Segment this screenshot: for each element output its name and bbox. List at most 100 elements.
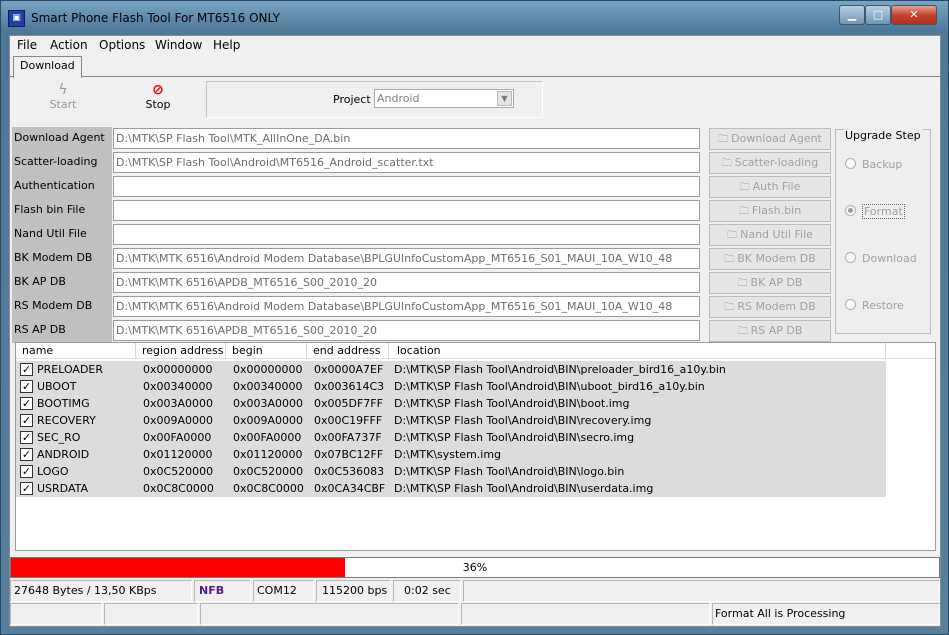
row-checkbox[interactable]: ✓ [20,448,33,461]
field-row: Flash bin File 🗀 Flash.bin [12,199,836,223]
browse-button-label: Nand Util File [740,228,813,241]
rom-table[interactable]: name region address begin address end ad… [15,342,936,551]
field-input[interactable] [113,200,700,221]
cell-end: 0x0000A7EF [314,363,384,376]
status-empty [104,603,198,625]
column-header-end[interactable]: end address [307,343,389,359]
maximize-button[interactable]: □ [865,5,891,25]
project-select[interactable]: Android ▼ [374,89,514,108]
minimize-button[interactable]: ▁ [839,5,865,25]
cell-region: 0x0C520000 [143,465,214,478]
folder-icon: 🗀 [724,302,735,313]
table-row[interactable]: ✓ UBOOT 0x00340000 0x00340000 0x003614C3 D:\M… [16,378,886,395]
chevron-down-icon[interactable]: ▼ [497,91,512,106]
radio-backup[interactable]: Backup [845,158,927,171]
browse-button-label: BK AP DB [750,276,803,289]
browse-button[interactable]: 🗀 Flash.bin [709,200,831,222]
cell-location: D:\MTK\SP Flash Tool\Android\BIN\uboot_b… [394,380,705,393]
column-header-location[interactable]: location [389,343,886,359]
browse-button-label: Download Agent [731,132,822,145]
flash-icon: ϟ [58,82,68,98]
cell-location: D:\MTK\system.img [394,448,502,461]
status-message: Format All is Processing [712,603,940,625]
browse-button[interactable]: 🗀 Scatter-loading [709,152,831,174]
browse-button-label: Auth File [752,180,801,193]
browse-button[interactable]: 🗀 Auth File [709,176,831,198]
radio-format[interactable]: Format [845,204,927,219]
column-header-begin[interactable]: begin address [226,343,307,372]
menu-action[interactable]: Action [50,38,88,52]
field-input[interactable]: D:\MTK\MTK 6516\APDB_MT6516_S00_2010_20 [113,320,700,341]
column-header-name[interactable]: name [16,343,136,359]
browse-button[interactable]: 🗀 BK Modem DB [709,248,831,270]
field-label: Flash bin File [12,199,112,223]
title-bar[interactable]: ▣ Smart Phone Flash Tool For MT6516 ONLY… [1,1,948,35]
cell-begin: 0x00FA0000 [233,431,302,444]
field-input[interactable] [113,224,700,245]
status-empty [10,603,102,625]
field-label: Scatter-loading File [12,151,112,190]
table-row[interactable]: ✓ PRELOADER 0x00000000 0x00000000 0x0000A7EF… [16,361,886,378]
browse-button-label: RS Modem DB [737,300,816,313]
column-header-region[interactable]: region address [136,343,226,359]
field-label: BK Modem DB [12,247,112,271]
field-label: BK AP DB [12,271,112,295]
app-icon: ▣ [8,10,25,27]
cell-end: 0x005DF7FF [314,397,383,410]
table-row[interactable]: ✓ BOOTIMG 0x003A0000 0x003A0000 0x005DF7FF D:… [16,395,886,412]
cell-name: LOGO [37,465,69,478]
field-input[interactable] [113,176,700,197]
tab-download[interactable]: Download [13,56,82,78]
table-row[interactable]: ✓ USRDATA 0x0C8C0000 0x0C8C0000 0x0CA34CBF D:… [16,480,886,497]
menu-help[interactable]: Help [213,38,240,52]
table-row[interactable]: ✓ SEC_RO 0x00FA0000 0x00FA0000 0x00FA737F D:\… [16,429,886,446]
cell-begin: 0x01120000 [233,448,303,461]
menu-file[interactable]: File [17,38,37,52]
browse-button-label: RS AP DB [750,324,803,337]
row-checkbox[interactable]: ✓ [20,414,33,427]
browse-button-label: BK Modem DB [737,252,816,265]
cell-location: D:\MTK\SP Flash Tool\Android\BIN\secro.i… [394,431,635,444]
status-time: 0:02 sec [393,580,461,602]
row-checkbox[interactable]: ✓ [20,363,33,376]
row-checkbox[interactable]: ✓ [20,482,33,495]
cell-begin: 0x00340000 [233,380,303,393]
menu-options[interactable]: Options [99,38,145,52]
close-button[interactable]: ✕ [891,5,937,25]
cell-end: 0x07BC12FF [314,448,384,461]
row-checkbox[interactable]: ✓ [20,397,33,410]
radio-circle [845,158,856,169]
field-input[interactable]: D:\MTK\SP Flash Tool\Android\MT6516_Andr… [113,152,700,173]
cell-region: 0x00FA0000 [143,431,212,444]
field-input[interactable]: D:\MTK\MTK 6516\Android Modem Database\B… [113,248,700,269]
browse-button[interactable]: 🗀 RS AP DB [709,320,831,342]
table-row[interactable]: ✓ ANDROID 0x01120000 0x01120000 0x07BC12FF D:… [16,446,886,463]
table-row[interactable]: ✓ LOGO 0x0C520000 0x0C520000 0x0C536083 D:\MT… [16,463,886,480]
field-row: Download Agent D:\MTK\SP Flash Tool\MTK_A… [12,127,836,151]
cell-name: RECOVERY [37,414,96,427]
folder-icon: 🗀 [724,254,735,265]
table-header: name region address begin address end ad… [16,343,935,372]
browse-button[interactable]: 🗀 RS Modem DB [709,296,831,318]
cell-begin: 0x0C520000 [233,465,304,478]
start-button[interactable]: ϟ Start [33,82,93,111]
row-checkbox[interactable]: ✓ [20,380,33,393]
stop-button[interactable]: ⊘ Stop [128,82,188,111]
cell-region: 0x01120000 [143,448,213,461]
table-row[interactable]: ✓ RECOVERY 0x009A0000 0x009A0000 0x00C19FFF D… [16,412,886,429]
status-empty [200,603,459,625]
cell-location: D:\MTK\SP Flash Tool\Android\BIN\boot.im… [394,397,630,410]
menu-window[interactable]: Window [155,38,202,52]
browse-button[interactable]: 🗀 Nand Util File [709,224,831,246]
radio-restore[interactable]: Restore [845,299,927,312]
field-input[interactable]: D:\MTK\SP Flash Tool\MTK_AllInOne_DA.bin [113,128,700,149]
field-input[interactable]: D:\MTK\MTK 6516\Android Modem Database\B… [113,296,700,317]
row-checkbox[interactable]: ✓ [20,431,33,444]
row-checkbox[interactable]: ✓ [20,465,33,478]
browse-button[interactable]: 🗀 Download Agent [709,128,831,150]
browse-button[interactable]: 🗀 BK AP DB [709,272,831,294]
cell-name: UBOOT [37,380,77,393]
field-input[interactable]: D:\MTK\MTK 6516\APDB_MT6516_S00_2010_20 [113,272,700,293]
radio-download[interactable]: Download [845,252,927,265]
folder-icon: 🗀 [727,230,738,241]
